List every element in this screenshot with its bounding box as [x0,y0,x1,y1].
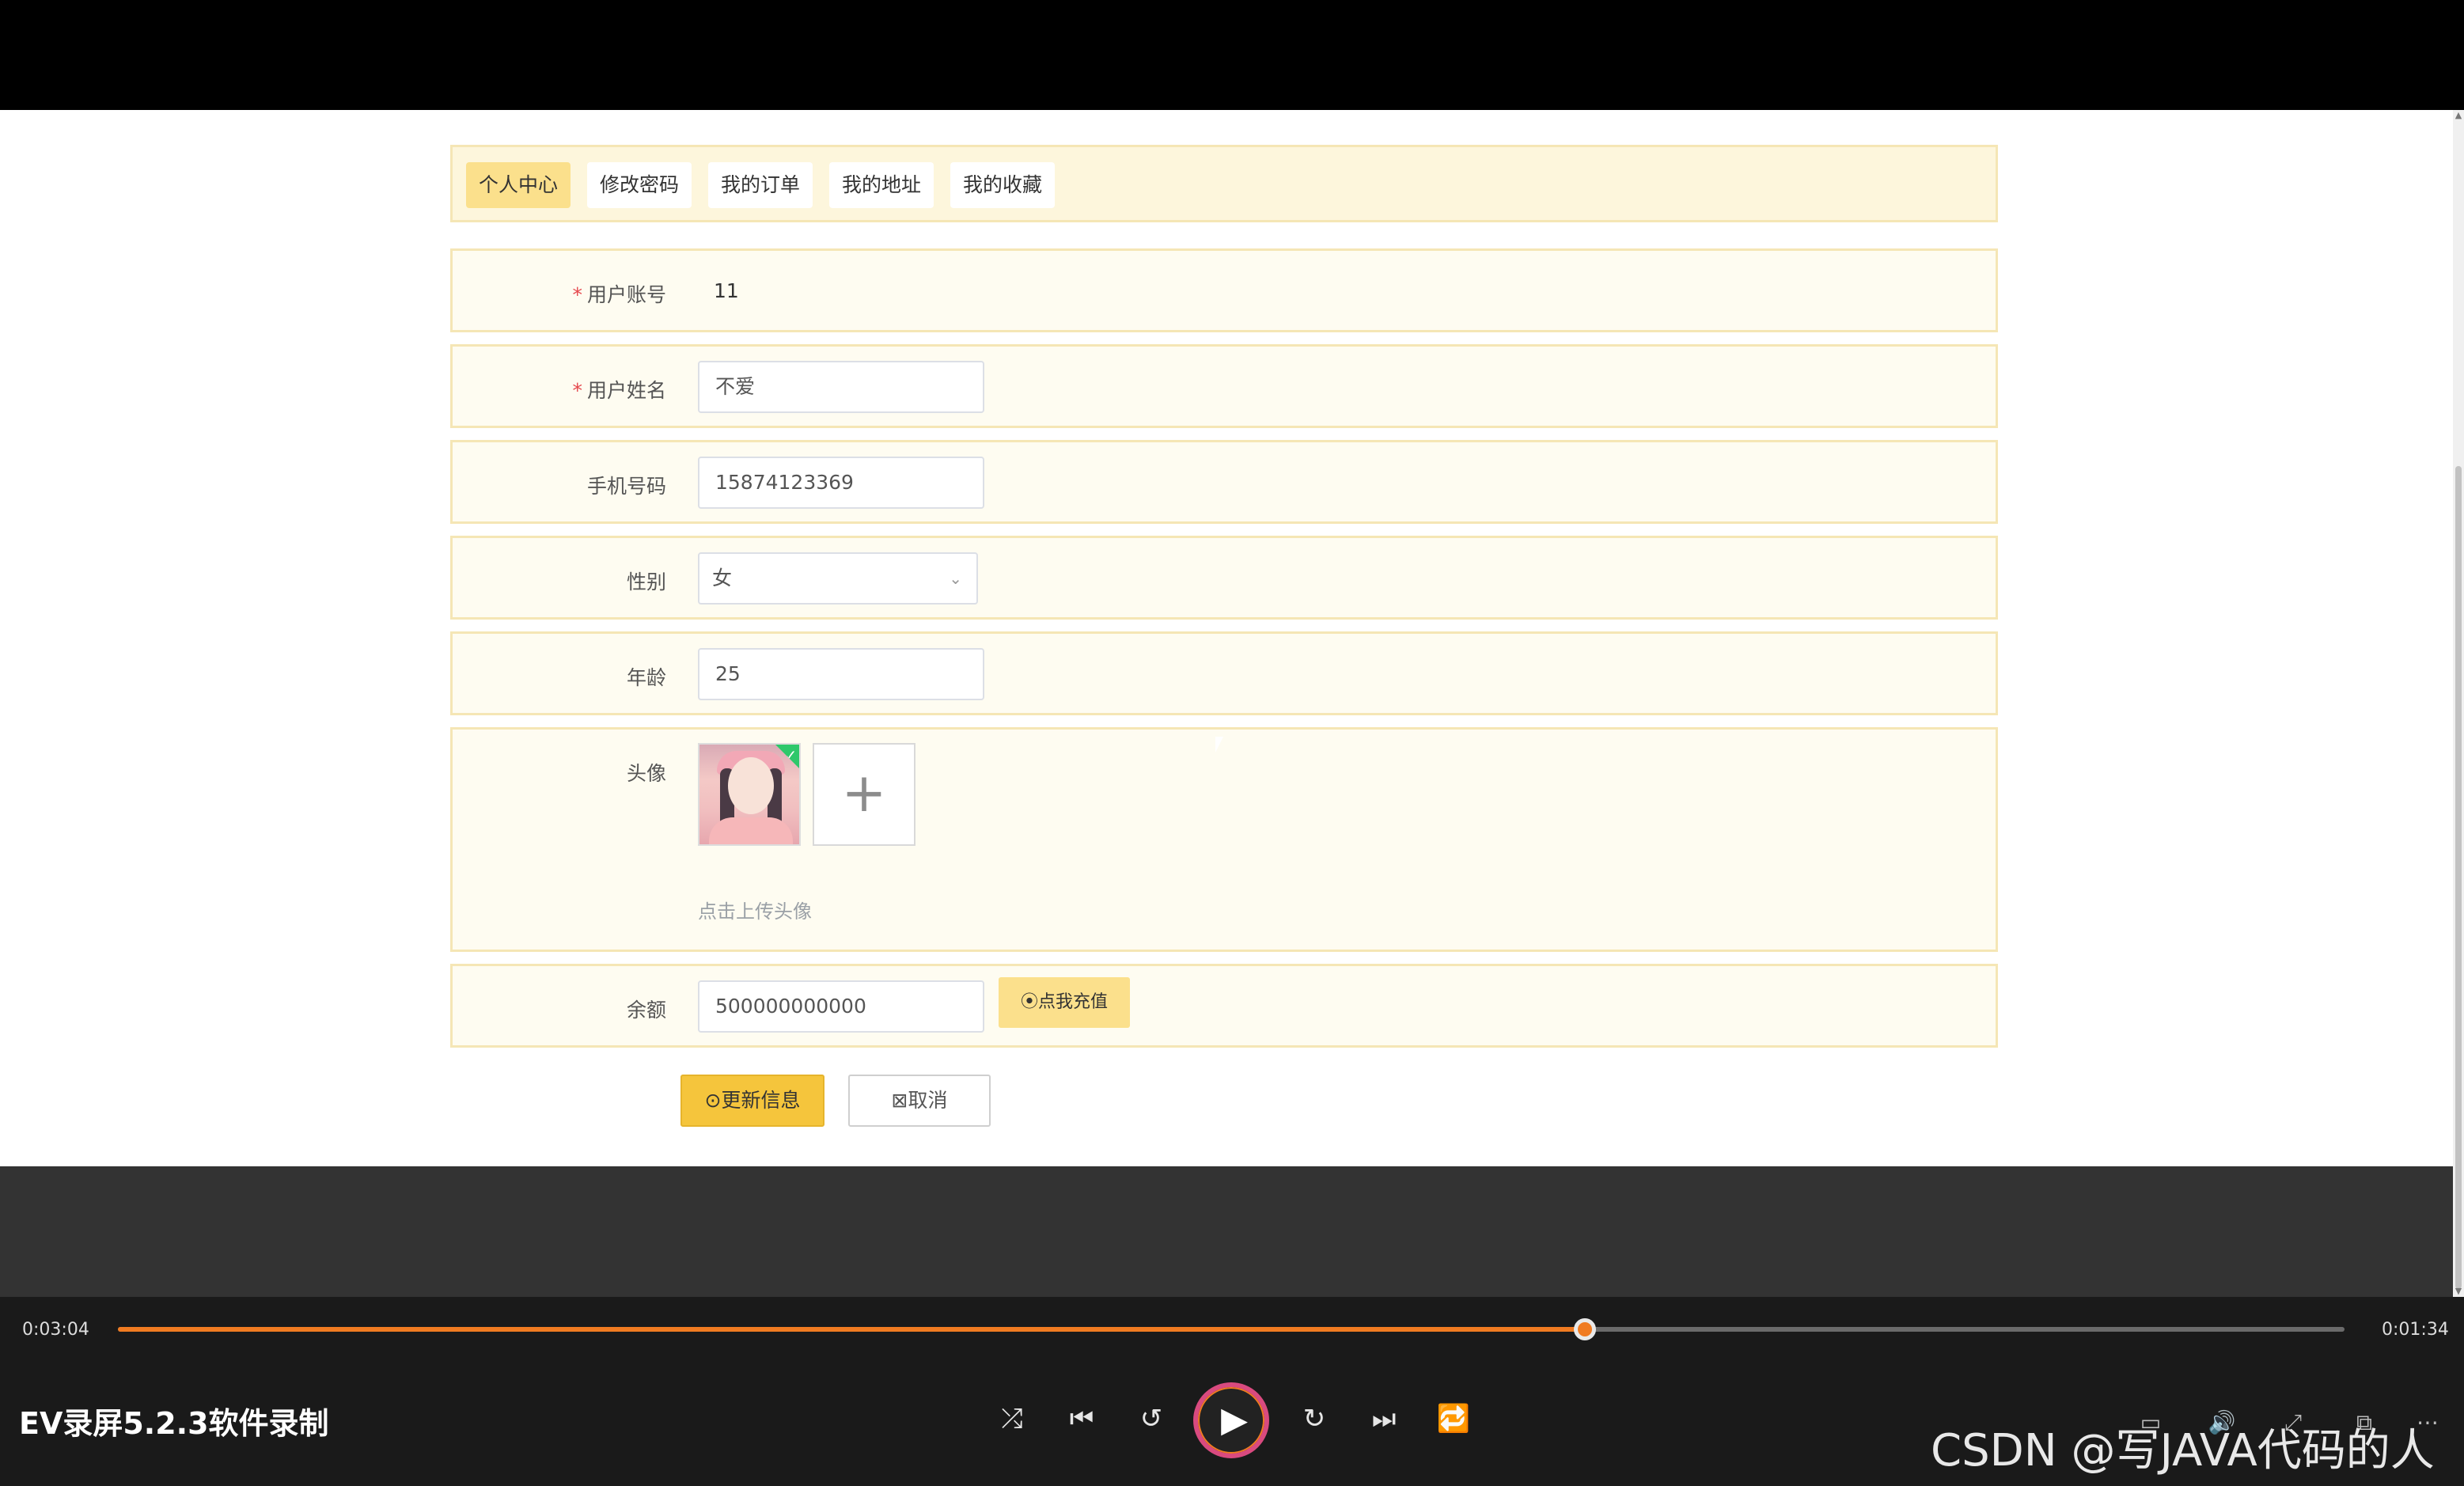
recording-title: EV录屏5.2.3软件录制 [19,1406,329,1441]
next-icon[interactable]: ⏭ [1364,1399,1404,1439]
avatar-face-shape [728,757,774,814]
shuffle-icon[interactable]: ⤮ [992,1399,1032,1439]
forward-30-icon[interactable]: ↻ [1295,1399,1334,1439]
current-time: 0:03:04 [22,1320,89,1340]
name-row: * 用户姓名 不爱 [450,344,1998,428]
required-mark: * [572,379,582,402]
avatar-label: 头像 [626,762,666,785]
top-black-bar [0,0,2464,110]
vertical-scrollbar[interactable]: ▲ ▼ [2453,110,2464,1297]
account-label-text: 用户账号 [586,283,666,306]
user-center-tabs: 个人中心 修改密码 我的订单 我的地址 我的收藏 [450,145,1998,222]
play-icon: ▶ [1221,1400,1248,1440]
gender-row: 性别 女 ⌄ [450,536,1998,620]
phone-input[interactable]: 15874123369 [698,457,984,509]
balance-label: 余额 [626,999,666,1022]
balance-input[interactable]: 500000000000 [698,980,984,1033]
tab-my-address[interactable]: 我的地址 [829,162,934,208]
previous-icon[interactable]: ⏮ [1062,1399,1101,1439]
upload-hint: 点击上传头像 [698,900,812,923]
account-row: * 用户账号 11 [450,248,1998,332]
seek-progress [118,1327,1586,1332]
scroll-down-icon[interactable]: ▼ [2453,1286,2464,1297]
scrollbar-thumb[interactable] [2455,466,2462,1289]
play-button[interactable]: ▶ [1193,1382,1269,1458]
tab-my-orders[interactable]: 我的订单 [708,162,813,208]
gender-label: 性别 [626,571,666,593]
avatar-thumbnail[interactable]: ✓ [698,743,801,846]
tab-my-favorites[interactable]: 我的收藏 [950,162,1056,208]
gender-select[interactable]: 女 ⌄ [698,552,978,605]
phone-row: 手机号码 15874123369 [450,440,1998,524]
age-label: 年龄 [626,666,666,689]
repeat-icon[interactable]: 🔁 [1434,1399,1473,1439]
balance-row: 余额 500000000000 ⦿点我充值 [450,964,1998,1048]
avatar-row: 头像 ✓ + 点击上传头像 [450,727,1998,952]
gender-value: 女 [712,567,733,589]
required-mark: * [572,283,582,306]
tab-change-password[interactable]: 修改密码 [587,162,692,208]
age-input[interactable]: 25 [698,648,984,700]
phone-label: 手机号码 [586,475,666,498]
account-label: * 用户账号 [572,279,666,308]
name-label-text: 用户姓名 [586,379,666,402]
add-avatar-button[interactable]: + [813,743,915,846]
screen: ▲ ▼ 个人中心 修改密码 我的订单 我的地址 我的收藏 * 用户账号 11 * 用… [0,0,2464,1486]
tab-personal-center[interactable]: 个人中心 [466,162,571,208]
seek-bar[interactable] [118,1318,2345,1340]
account-value: 11 [714,279,739,302]
name-input[interactable]: 不爱 [698,361,984,413]
recharge-button[interactable]: ⦿点我充值 [999,977,1130,1028]
avatar-body-shape [709,817,793,844]
page-footer-strip [0,1166,2453,1297]
plus-icon: + [841,762,887,825]
name-label: * 用户姓名 [572,375,666,404]
csdn-watermark: CSDN @写JAVA代码的人 [1931,1425,2435,1477]
update-info-button[interactable]: ⊙更新信息 [680,1075,824,1127]
rewind-10-icon[interactable]: ↺ [1132,1399,1171,1439]
scroll-up-icon[interactable]: ▲ [2453,110,2464,121]
chevron-down-icon: ⌄ [949,569,962,588]
cancel-button[interactable]: ⊠取消 [848,1075,991,1127]
duration: 0:01:34 [2382,1320,2449,1340]
age-row: 年龄 25 [450,631,1998,715]
